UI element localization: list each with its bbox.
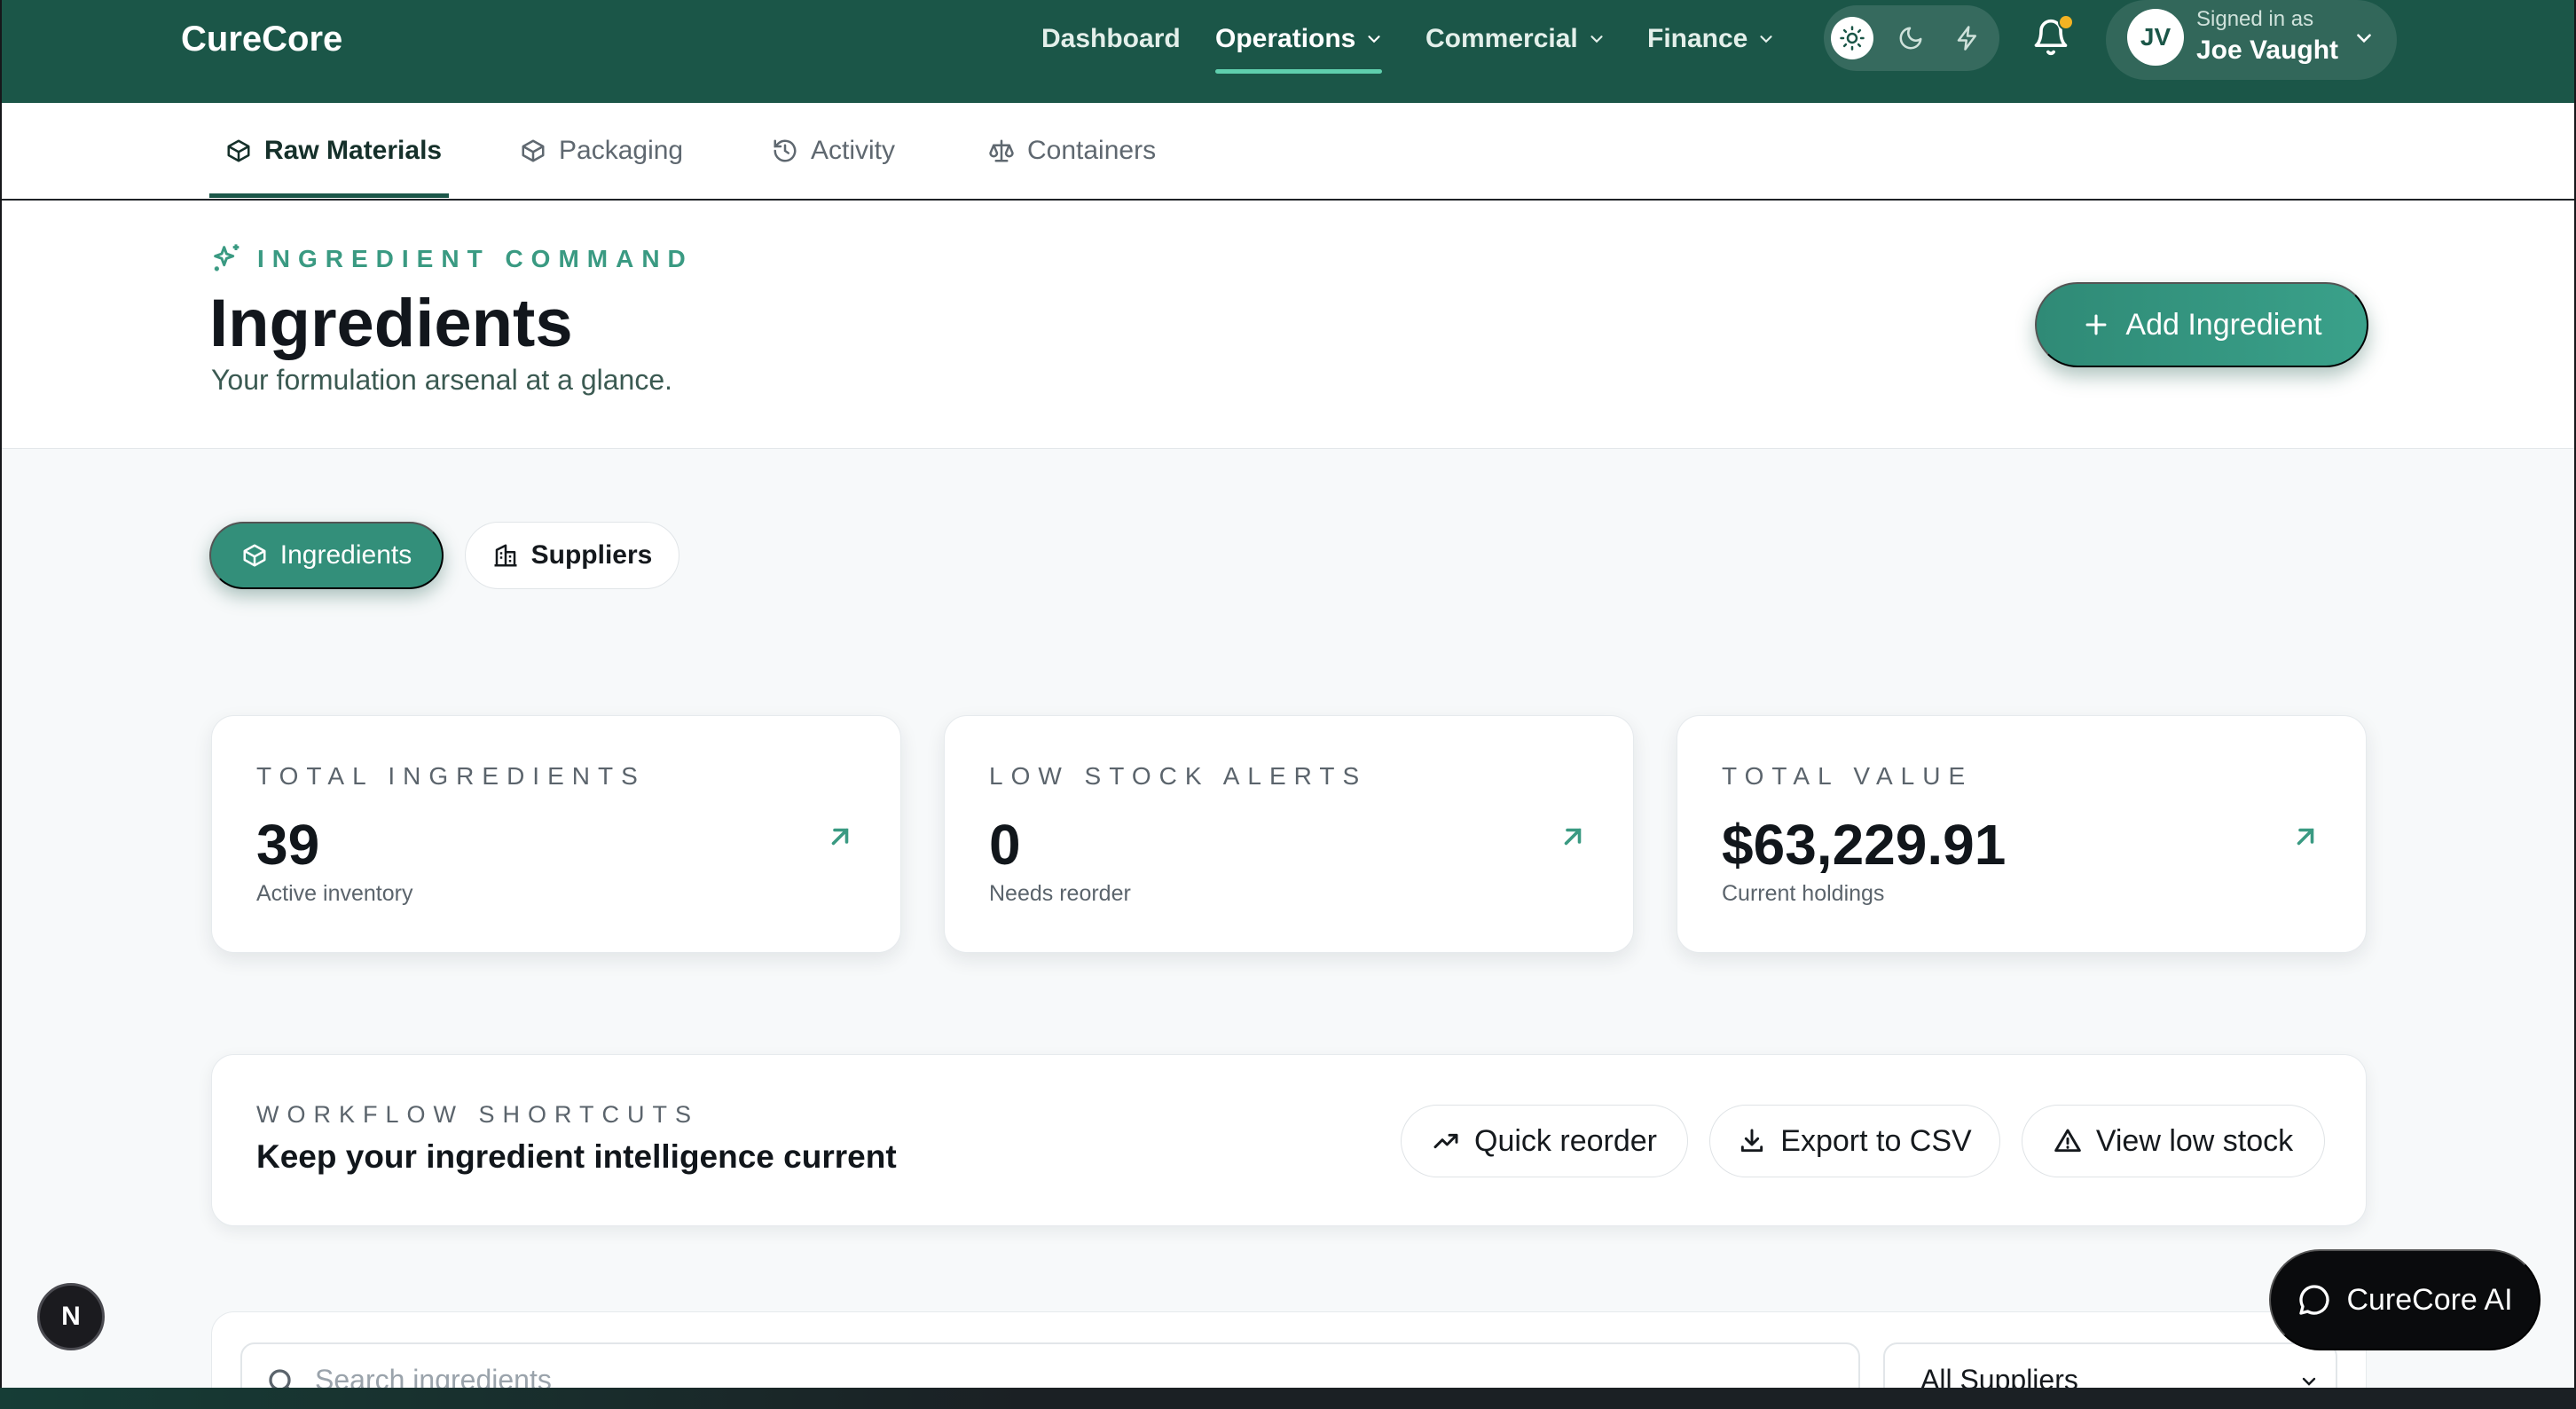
stat-card-total-value[interactable]: TOTAL VALUE $63,229.91 Current holdings [1677, 715, 2367, 953]
box-icon [227, 139, 250, 162]
warning-icon [2054, 1129, 2081, 1153]
tab-activity[interactable]: Activity [772, 131, 895, 170]
nav-finance[interactable]: Finance [1647, 21, 1776, 57]
stat-label: LOW STOCK ALERTS [989, 762, 1368, 790]
history-icon [774, 139, 797, 162]
segment-suppliers[interactable]: Suppliers [465, 522, 679, 589]
stat-caption: Active inventory [256, 881, 413, 906]
tab-label: Raw Materials [264, 136, 443, 165]
avatar: JV [2127, 9, 2184, 66]
page-subtitle: Your formulation arsenal at a glance. [211, 364, 673, 396]
button-label: View low stock [2095, 1123, 2294, 1158]
nav-label: Commercial [1425, 24, 1578, 53]
segment-label: Suppliers [530, 540, 653, 570]
page-title: Ingredients [209, 286, 573, 361]
box-icon [243, 544, 266, 567]
shortcuts-title: Keep your ingredient intelligence curren… [256, 1138, 897, 1175]
chevron-down-icon [2357, 34, 2371, 43]
eyebrow: INGREDIENT COMMAND [209, 241, 694, 277]
nav-operations[interactable]: Operations [1215, 21, 1384, 57]
stat-label: TOTAL INGREDIENTS [256, 762, 646, 790]
segment-label: Ingredients [279, 540, 412, 570]
dark-theme-button[interactable] [1889, 17, 1932, 59]
moon-icon [1899, 27, 1922, 50]
workflow-shortcuts: WORKFLOW SHORTCUTS Keep your ingredient … [211, 1054, 2367, 1226]
nav-label: Finance [1647, 24, 1748, 53]
user-menu[interactable]: JV Signed in as Joe Vaught [2106, 0, 2397, 80]
search-placeholder: Search ingredients [315, 1364, 552, 1388]
export-csv-button[interactable]: Export to CSV [1709, 1105, 2000, 1177]
stat-card-low-stock[interactable]: LOW STOCK ALERTS 0 Needs reorder [944, 715, 1634, 953]
stat-value: 0 [989, 813, 1021, 877]
chat-bubble-icon [2299, 1285, 2330, 1315]
sub-tabs: Raw Materials Packaging Activity Contain… [2, 103, 2574, 201]
plus-icon [2085, 314, 2107, 335]
sparkles-icon [214, 244, 240, 272]
nav-label: Operations [1215, 24, 1356, 53]
quick-reorder-button[interactable]: Quick reorder [1401, 1105, 1688, 1177]
filter-panel: Search ingredients All Suppliers [211, 1311, 2367, 1388]
add-ingredient-label: Add Ingredient [2125, 307, 2322, 342]
scale-icon [989, 139, 1014, 162]
notification-badge [2058, 14, 2074, 30]
tab-label: Activity [811, 136, 896, 165]
signed-in-label: Signed in as [2196, 7, 2314, 31]
button-label: Export to CSV [1780, 1123, 1972, 1158]
stat-caption: Current holdings [1722, 881, 1885, 906]
light-theme-button[interactable] [1831, 17, 1873, 59]
search-input[interactable]: Search ingredients [240, 1342, 1860, 1388]
box-icon [522, 139, 545, 162]
nav-label: Dashboard [1041, 24, 1181, 53]
segment-ingredients[interactable]: Ingredients [209, 522, 444, 589]
search-icon [269, 1369, 291, 1388]
top-navbar: CureCore Dashboard Operations Commercial… [2, 0, 2574, 103]
tab-label: Packaging [559, 136, 684, 165]
sun-icon [1840, 26, 1865, 51]
view-low-stock-button[interactable]: View low stock [2022, 1105, 2325, 1177]
stat-value: $63,229.91 [1722, 813, 2007, 877]
arrow-up-right-icon [831, 828, 849, 846]
taskbar-strip [0, 1388, 2576, 1409]
ai-assistant-button[interactable]: CureCore AI [2269, 1249, 2541, 1350]
tab-packaging[interactable]: Packaging [520, 131, 683, 170]
nav-dashboard[interactable]: Dashboard [1041, 21, 1181, 57]
stat-value: 39 [256, 813, 320, 877]
app-window: CureCore Dashboard Operations Commercial… [2, 0, 2574, 1388]
bolt-icon [1957, 26, 1976, 51]
ai-button-label: CureCore AI [2346, 1282, 2513, 1317]
stat-caption: Needs reorder [989, 881, 1131, 906]
theme-switcher [1824, 5, 1999, 71]
arrow-up-right-icon [1564, 828, 1582, 846]
tab-label: Containers [1027, 136, 1157, 165]
arrow-up-right-icon [2297, 828, 2314, 846]
trend-up-icon [1433, 1133, 1458, 1149]
dev-tools-badge[interactable]: N [37, 1283, 105, 1350]
eyebrow-text: INGREDIENT COMMAND [257, 245, 694, 272]
chevron-down-icon [1760, 35, 1772, 43]
shortcuts-label: WORKFLOW SHORTCUTS [256, 1101, 699, 1128]
tab-active-indicator [209, 193, 449, 198]
stat-label: TOTAL VALUE [1722, 762, 1974, 790]
stat-card-total-ingredients[interactable]: TOTAL INGREDIENTS 39 Active inventory [211, 715, 901, 953]
chevron-down-icon [1590, 35, 1603, 43]
supplier-select-value: All Suppliers [1920, 1364, 2078, 1388]
brand-logo[interactable]: CureCore [181, 18, 342, 60]
button-label: Quick reorder [1474, 1123, 1657, 1158]
building-icon [494, 544, 517, 567]
page-header: INGREDIENT COMMAND Ingredients Your form… [2, 201, 2574, 449]
chevron-down-icon [2302, 1377, 2316, 1386]
user-name: Joe Vaught [2196, 35, 2339, 65]
tab-raw-materials[interactable]: Raw Materials [225, 131, 442, 170]
nav-commercial[interactable]: Commercial [1425, 21, 1606, 57]
energy-theme-button[interactable] [1946, 17, 1989, 59]
chevron-down-icon [1368, 35, 1380, 43]
nav-active-indicator [1215, 69, 1382, 74]
download-icon [1741, 1129, 1763, 1153]
supplier-select[interactable]: All Suppliers [1883, 1342, 2337, 1388]
add-ingredient-button[interactable]: Add Ingredient [2035, 282, 2368, 367]
tab-containers[interactable]: Containers [988, 131, 1156, 170]
